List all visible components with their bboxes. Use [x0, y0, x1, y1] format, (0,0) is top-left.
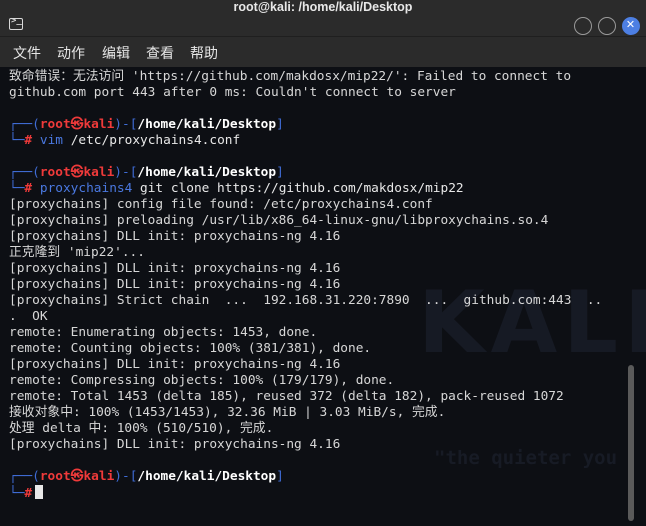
title-bar: >_ root@kali: /home/kali/Desktop ✕: [0, 0, 646, 37]
menu-view[interactable]: 查看: [146, 43, 174, 63]
output-line: 处理 delta 中: 100% (510/510), 完成.: [9, 421, 274, 436]
output-line: 正克隆到 'mip22'...: [9, 245, 145, 260]
command-line-active[interactable]: └─#: [9, 485, 602, 501]
menu-bar: 文件 动作 编辑 查看 帮助: [0, 37, 646, 67]
minimize-button[interactable]: [574, 17, 592, 35]
output-line: github.com port 443 after 0 ms: Couldn't…: [9, 85, 456, 100]
output-line: [proxychains] Strict chain ... 192.168.3…: [9, 293, 603, 308]
terminal-area[interactable]: KALI "the quieter you 致命错误：无法访问 'https:/…: [0, 67, 646, 526]
output-line: remote: Total 1453 (delta 185), reused 3…: [9, 389, 564, 404]
menu-help[interactable]: 帮助: [190, 43, 218, 63]
output-line: remote: Counting objects: 100% (381/381)…: [9, 341, 372, 356]
output-line: [proxychains] DLL init: proxychains-ng 4…: [9, 277, 341, 292]
window-title: root@kali: /home/kali/Desktop: [233, 0, 413, 14]
output-line: [proxychains] config file found: /etc/pr…: [9, 197, 433, 212]
menu-edit[interactable]: 编辑: [102, 43, 130, 63]
prompt-line: ┌──(root㉿kali)-[/home/kali/Desktop]: [9, 165, 284, 180]
command-line: └─# vim /etc/proxychains4.conf: [9, 133, 241, 148]
prompt-line: ┌──(root㉿kali)-[/home/kali/Desktop]: [9, 469, 284, 484]
maximize-button[interactable]: [598, 17, 616, 35]
output-line: [proxychains] DLL init: proxychains-ng 4…: [9, 357, 341, 372]
command-line: └─# proxychains4 git clone https://githu…: [9, 181, 464, 196]
output-line: remote: Compressing objects: 100% (179/1…: [9, 373, 395, 388]
scrollbar[interactable]: [628, 365, 634, 521]
output-line: [proxychains] DLL init: proxychains-ng 4…: [9, 261, 341, 276]
menu-file[interactable]: 文件: [13, 43, 41, 63]
prompt-line: ┌──(root㉿kali)-[/home/kali/Desktop]: [9, 117, 284, 132]
close-button[interactable]: ✕: [622, 17, 640, 35]
menu-actions[interactable]: 动作: [57, 43, 85, 63]
text-cursor: [35, 485, 44, 499]
close-icon: ✕: [625, 18, 636, 31]
output-line: remote: Enumerating objects: 1453, done.: [9, 325, 318, 340]
output-line: 接收对象中: 100% (1453/1453), 32.36 MiB | 3.0…: [9, 405, 446, 420]
output-line: [proxychains] DLL init: proxychains-ng 4…: [9, 229, 341, 244]
output-line: [proxychains] preloading /usr/lib/x86_64…: [9, 213, 549, 228]
output-line: 致命错误：无法访问 'https://github.com/makdosx/mi…: [9, 69, 572, 84]
output-line: . OK: [9, 309, 48, 324]
output-line: [proxychains] DLL init: proxychains-ng 4…: [9, 437, 341, 452]
